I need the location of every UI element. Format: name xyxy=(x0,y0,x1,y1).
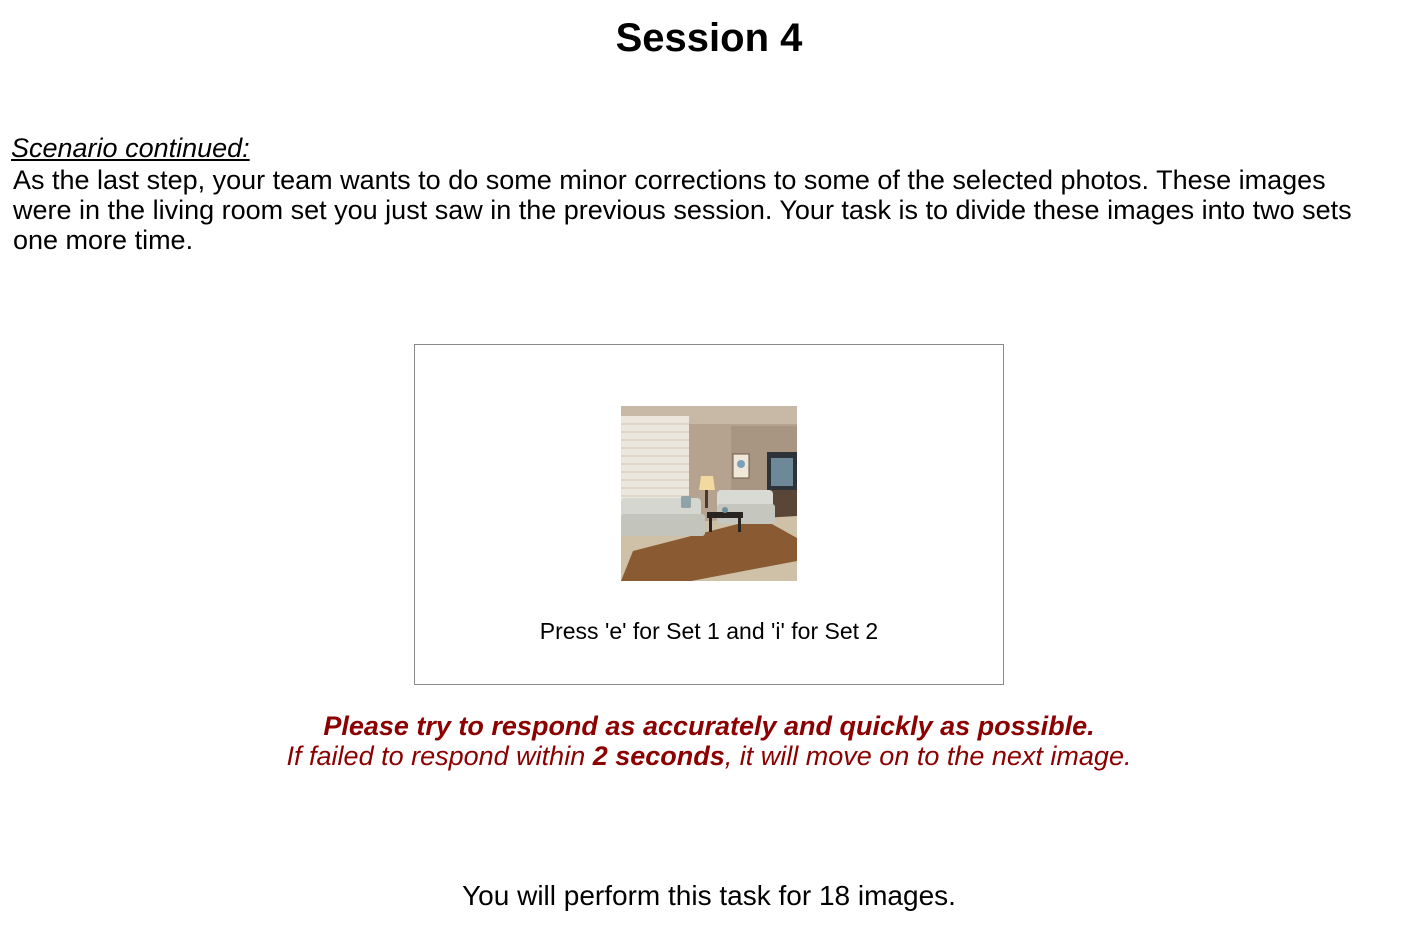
page-title: Session 4 xyxy=(615,16,803,60)
timeout-text-after: , it will move on to the next image. xyxy=(724,741,1132,771)
timeout-text-before: If failed to respond within xyxy=(286,741,593,771)
scenario-text: As the last step, your team wants to do … xyxy=(13,165,1352,255)
task-count-note: You will perform this task for 18 images… xyxy=(462,880,956,911)
window xyxy=(621,416,689,508)
timeout-notice: If failed to respond within 2 seconds, i… xyxy=(0,741,1418,771)
task-page: Session 4 Scenario continued: As the las… xyxy=(0,0,1418,945)
accuracy-reminder: Please try to respond as accurately and … xyxy=(323,711,1095,741)
scenario-heading: Scenario continued: xyxy=(11,133,250,163)
key-instruction: Press 'e' for Set 1 and 'i' for Set 2 xyxy=(539,618,879,644)
response-warning: Please try to respond as accurately and … xyxy=(0,711,1418,771)
living-room-image xyxy=(621,406,797,581)
stimulus-box: Press 'e' for Set 1 and 'i' for Set 2 xyxy=(414,344,1004,685)
lamp-shade xyxy=(699,476,715,490)
lamp-base xyxy=(705,490,708,508)
left-sofa-seat xyxy=(621,514,705,536)
timeout-duration: 2 seconds xyxy=(592,741,725,771)
